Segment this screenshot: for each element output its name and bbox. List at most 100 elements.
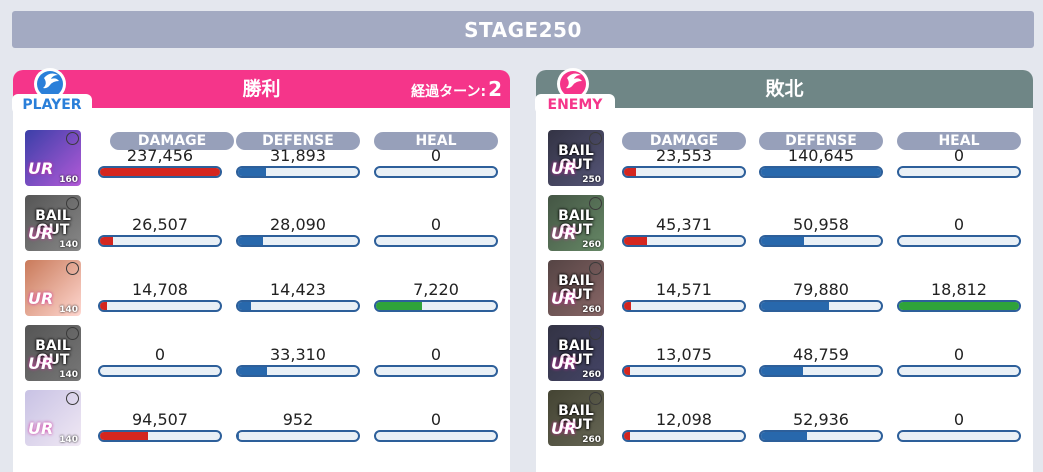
enemy-defense-bar-fill	[761, 168, 881, 176]
enemy-defense-bar	[759, 300, 883, 312]
player-damage-value: 237,456	[126, 146, 194, 165]
enemy-damage-cell: 23,553	[622, 146, 746, 178]
element-icon	[66, 132, 79, 145]
player-unit-row: BAIL OUT UR 140 26,507 28,090 0	[13, 195, 510, 255]
enemy-defense-cell: 52,936	[759, 410, 883, 442]
unit-level: 160	[59, 175, 78, 185]
enemy-damage-bar-fill	[624, 367, 630, 375]
enemy-defense-bar	[759, 365, 883, 377]
enemy-heal-value: 18,812	[931, 280, 987, 299]
player-defense-bar-fill	[238, 367, 267, 375]
player-heal-bar	[374, 166, 498, 178]
enemy-defense-value: 48,759	[793, 345, 849, 364]
player-result-panel: 勝利 経過ターン: 2 PLAYER DAMAGE DEFENSE HEAL UR…	[12, 68, 510, 472]
player-unit-row: UR 140 94,507 952 0	[13, 390, 510, 450]
enemy-damage-cell: 14,571	[622, 280, 746, 312]
enemy-heal-bar	[897, 430, 1021, 442]
player-defense-bar	[236, 166, 360, 178]
player-defense-value: 952	[282, 410, 314, 429]
player-defense-cell: 28,090	[236, 215, 360, 247]
unit-level: 260	[582, 240, 601, 250]
unit-level: 140	[59, 305, 78, 315]
enemy-defense-bar-fill	[761, 302, 830, 310]
player-defense-bar	[236, 235, 360, 247]
enemy-heal-cell: 0	[897, 146, 1021, 178]
enemy-result-panel: 敗北 ENEMY DAMAGE DEFENSE HEAL BAIL OUT UR 25…	[535, 68, 1033, 472]
unit-level: 140	[59, 435, 78, 445]
player-defense-value: 14,423	[270, 280, 326, 299]
bail-out-line1: BAIL	[35, 208, 71, 224]
player-heal-bar-fill	[376, 302, 422, 310]
enemy-unit-portrait[interactable]: BAIL OUT UR 260	[548, 260, 604, 316]
enemy-damage-value: 45,371	[656, 215, 712, 234]
player-damage-bar	[98, 300, 222, 312]
enemy-defense-value: 50,958	[793, 215, 849, 234]
player-unit-portrait[interactable]: BAIL OUT UR 140	[25, 325, 81, 381]
rarity-label: UR	[551, 224, 577, 243]
enemy-heal-bar	[897, 300, 1021, 312]
enemy-heal-bar	[897, 166, 1021, 178]
player-defense-cell: 31,893	[236, 146, 360, 178]
player-unit-portrait[interactable]: BAIL OUT UR 140	[25, 195, 81, 251]
player-damage-bar	[98, 430, 222, 442]
bail-out-line1: BAIL	[558, 338, 594, 354]
player-defense-value: 31,893	[270, 146, 326, 165]
enemy-damage-bar	[622, 365, 746, 377]
enemy-logo-text: ENEMY	[548, 97, 604, 113]
enemy-team-logo: ENEMY	[535, 68, 615, 114]
player-defense-bar	[236, 365, 360, 377]
player-damage-bar	[98, 235, 222, 247]
enemy-damage-bar	[622, 300, 746, 312]
enemy-unit-row: BAIL OUT UR 260 45,371 50,958 0	[536, 195, 1033, 255]
enemy-heal-value: 0	[953, 146, 965, 165]
enemy-damage-value: 12,098	[656, 410, 712, 429]
enemy-unit-portrait[interactable]: BAIL OUT UR 250	[548, 130, 604, 186]
player-unit-row: UR 160 237,456 31,893 0	[13, 130, 510, 190]
enemy-unit-portrait[interactable]: BAIL OUT UR 260	[548, 325, 604, 381]
bail-out-line1: BAIL	[558, 403, 594, 419]
enemy-unit-row: BAIL OUT UR 260 14,571 79,880 18,812	[536, 260, 1033, 320]
enemy-heal-bar-fill	[899, 302, 1019, 310]
player-heal-bar	[374, 300, 498, 312]
bail-out-line1: BAIL	[35, 338, 71, 354]
player-damage-bar-fill	[100, 237, 114, 245]
enemy-damage-bar	[622, 235, 746, 247]
player-defense-value: 28,090	[270, 215, 326, 234]
player-unit-portrait[interactable]: UR 160	[25, 130, 81, 186]
enemy-unit-portrait[interactable]: BAIL OUT UR 260	[548, 195, 604, 251]
enemy-defense-bar-fill	[761, 237, 805, 245]
player-heal-cell: 0	[374, 410, 498, 442]
unit-level: 140	[59, 370, 78, 380]
rarity-label: UR	[551, 289, 577, 308]
player-heal-value: 0	[430, 410, 442, 429]
unit-level: 260	[582, 435, 601, 445]
player-defense-cell: 33,310	[236, 345, 360, 377]
rarity-label: UR	[551, 354, 577, 373]
rarity-label: UR	[28, 224, 54, 243]
enemy-defense-bar	[759, 166, 883, 178]
enemy-unit-row: BAIL OUT UR 260 13,075 48,759 0	[536, 325, 1033, 385]
player-heal-cell: 0	[374, 345, 498, 377]
player-damage-value: 26,507	[132, 215, 188, 234]
unit-level: 140	[59, 240, 78, 250]
player-unit-portrait[interactable]: UR 140	[25, 390, 81, 446]
player-unit-portrait[interactable]: UR 140	[25, 260, 81, 316]
bail-out-line1: BAIL	[558, 208, 594, 224]
player-damage-bar-fill	[100, 168, 220, 176]
enemy-defense-cell: 48,759	[759, 345, 883, 377]
bail-out-line1: BAIL	[558, 273, 594, 289]
enemy-damage-bar	[622, 166, 746, 178]
rarity-label: UR	[551, 159, 577, 178]
player-defense-bar-fill	[238, 168, 266, 176]
enemy-unit-portrait[interactable]: BAIL OUT UR 260	[548, 390, 604, 446]
player-damage-cell: 14,708	[98, 280, 222, 312]
player-damage-value: 94,507	[132, 410, 188, 429]
rarity-label: UR	[28, 354, 54, 373]
unit-level: 260	[582, 370, 601, 380]
elapsed-turns-count: 2	[488, 77, 502, 101]
enemy-defense-cell: 50,958	[759, 215, 883, 247]
enemy-damage-bar-fill	[624, 432, 630, 440]
unit-level: 260	[582, 305, 601, 315]
player-damage-bar-fill	[100, 432, 148, 440]
enemy-damage-cell: 12,098	[622, 410, 746, 442]
